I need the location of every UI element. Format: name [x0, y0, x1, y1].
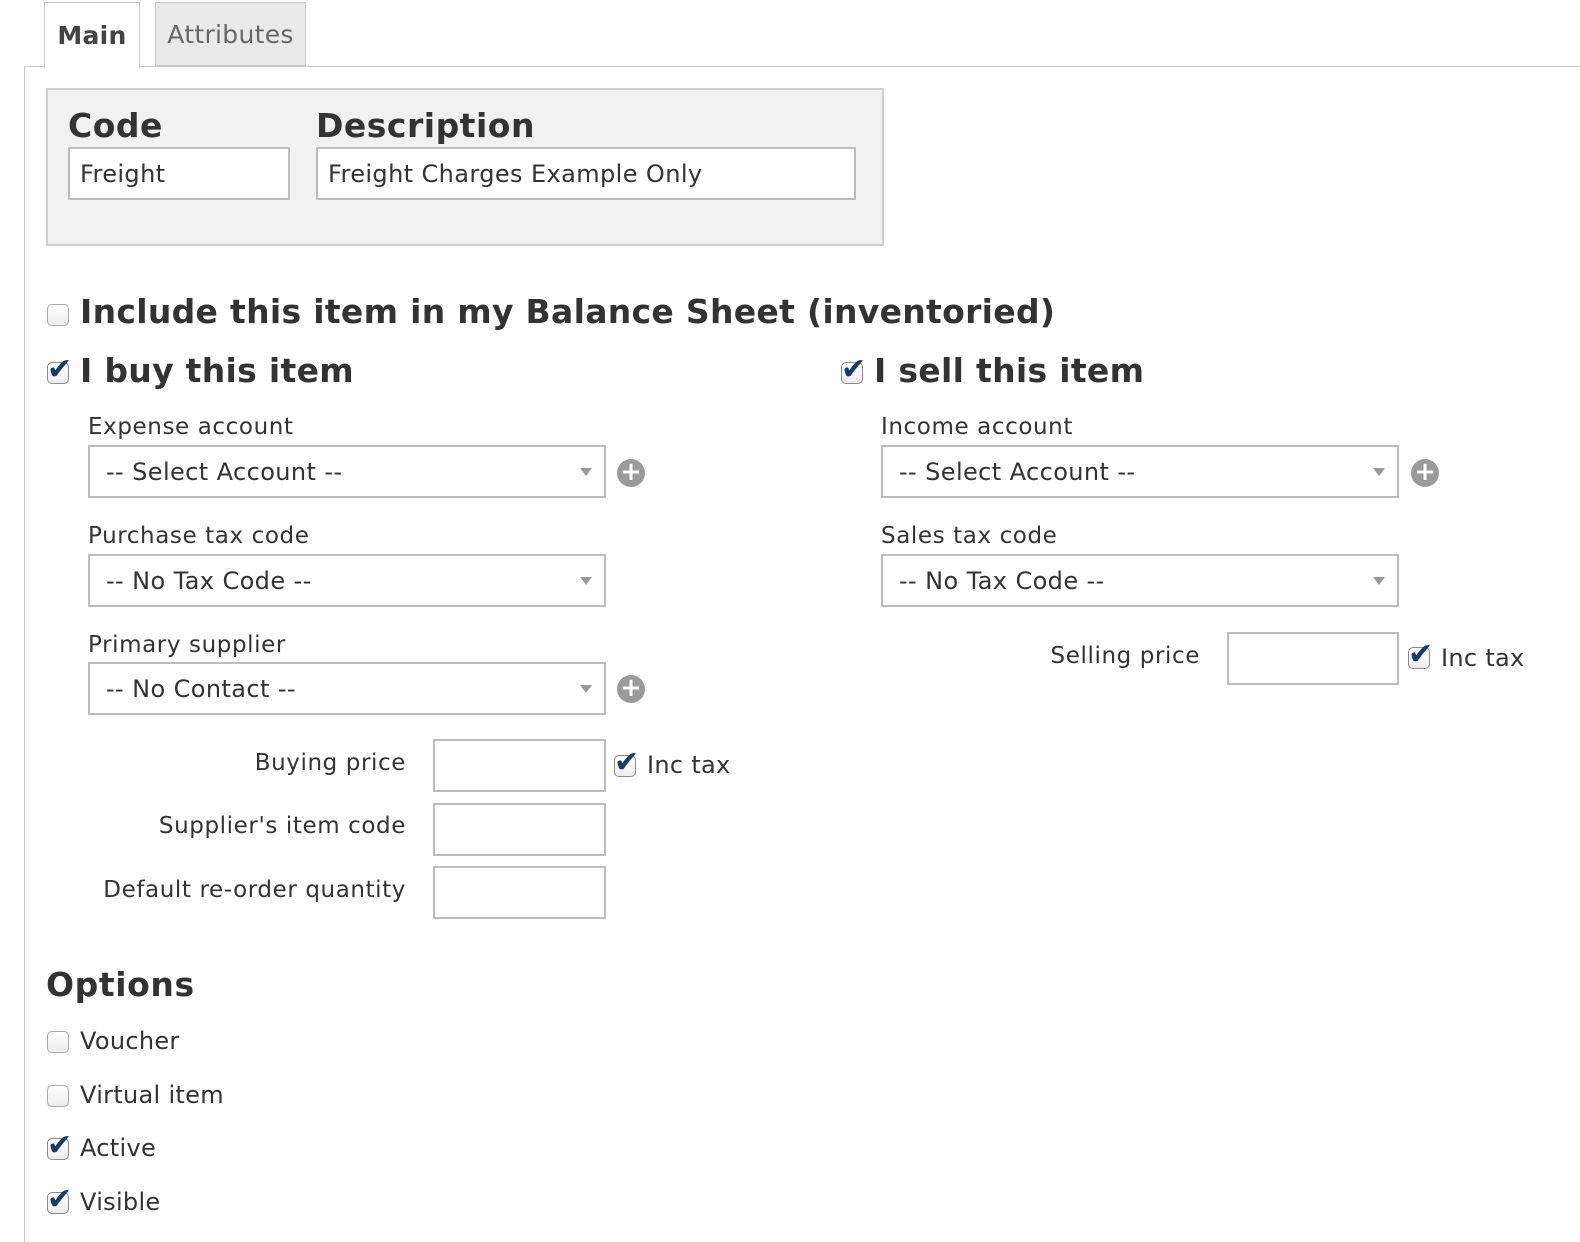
selling-price-label: Selling price	[1050, 643, 1200, 669]
code-input[interactable]	[68, 147, 290, 200]
checkmark-icon: ✔	[614, 745, 640, 780]
income-account-value: -- Select Account --	[899, 457, 1136, 486]
primary-supplier-value: -- No Contact --	[106, 674, 296, 703]
primary-supplier-label: Primary supplier	[88, 632, 286, 658]
options-heading: Options	[46, 965, 195, 1004]
buy-heading: I buy this item	[80, 351, 354, 390]
chevron-down-icon	[580, 576, 592, 585]
checkmark-icon: ✔	[47, 352, 73, 387]
chevron-down-icon	[580, 467, 592, 476]
chevron-down-icon	[580, 684, 592, 693]
inventoried-checkbox[interactable]	[47, 304, 69, 326]
checkmark-icon: ✔	[1408, 637, 1434, 672]
sell-inc-tax-label: Inc tax	[1441, 644, 1525, 672]
purchase-tax-value: -- No Tax Code --	[106, 566, 312, 595]
visible-label: Visible	[80, 1188, 161, 1216]
plus-circle-icon[interactable]: +	[617, 458, 645, 487]
chevron-down-icon	[1373, 467, 1385, 476]
sales-tax-label: Sales tax code	[881, 523, 1058, 549]
buy-checkbox[interactable]: ✔	[47, 355, 72, 385]
income-account-label: Income account	[881, 414, 1073, 440]
supplier-item-code-label: Supplier's item code	[158, 813, 406, 839]
sales-tax-value: -- No Tax Code --	[899, 566, 1105, 595]
sell-checkbox[interactable]: ✔	[841, 355, 866, 385]
buy-inc-tax-label: Inc tax	[647, 751, 731, 779]
active-checkbox[interactable]: ✔	[47, 1131, 72, 1161]
buy-inc-tax-checkbox[interactable]: ✔	[614, 748, 639, 778]
buying-price-label: Buying price	[254, 750, 406, 776]
tab-main[interactable]: Main	[44, 2, 140, 68]
expense-account-value: -- Select Account --	[106, 457, 343, 486]
code-label: Code	[68, 106, 163, 145]
description-label: Description	[316, 106, 535, 145]
tab-attributes[interactable]: Attributes	[155, 2, 306, 66]
checkmark-icon: ✔	[47, 1128, 73, 1163]
checkmark-icon: ✔	[841, 352, 867, 387]
visible-checkbox[interactable]: ✔	[47, 1185, 72, 1215]
plus-circle-icon[interactable]: +	[617, 674, 645, 703]
voucher-label: Voucher	[80, 1027, 180, 1055]
reorder-quantity-input[interactable]	[433, 866, 606, 919]
plus-circle-icon[interactable]: +	[1411, 458, 1439, 487]
inventoried-label: Include this item in my Balance Sheet (i…	[80, 292, 1056, 331]
virtual-item-label: Virtual item	[80, 1081, 224, 1109]
purchase-tax-label: Purchase tax code	[88, 523, 310, 549]
primary-supplier-select[interactable]: -- No Contact --	[88, 662, 606, 715]
description-input[interactable]	[316, 147, 856, 200]
reorder-quantity-label: Default re-order quantity	[103, 877, 406, 903]
active-label: Active	[80, 1134, 157, 1162]
expense-account-label: Expense account	[88, 414, 294, 440]
chevron-down-icon	[1373, 576, 1385, 585]
income-account-select[interactable]: -- Select Account --	[881, 445, 1399, 498]
purchase-tax-select[interactable]: -- No Tax Code --	[88, 554, 606, 607]
virtual-item-checkbox[interactable]	[47, 1085, 69, 1107]
tab-panel-border-left	[24, 66, 25, 1242]
supplier-item-code-input[interactable]	[433, 803, 606, 856]
checkmark-icon: ✔	[47, 1182, 73, 1217]
sell-heading: I sell this item	[874, 351, 1145, 390]
sell-inc-tax-checkbox[interactable]: ✔	[1408, 640, 1433, 670]
expense-account-select[interactable]: -- Select Account --	[88, 445, 606, 498]
selling-price-input[interactable]	[1227, 632, 1399, 685]
voucher-checkbox[interactable]	[47, 1031, 69, 1053]
tab-panel-border-top	[24, 66, 1580, 67]
sales-tax-select[interactable]: -- No Tax Code --	[881, 554, 1399, 607]
buying-price-input[interactable]	[433, 739, 606, 792]
